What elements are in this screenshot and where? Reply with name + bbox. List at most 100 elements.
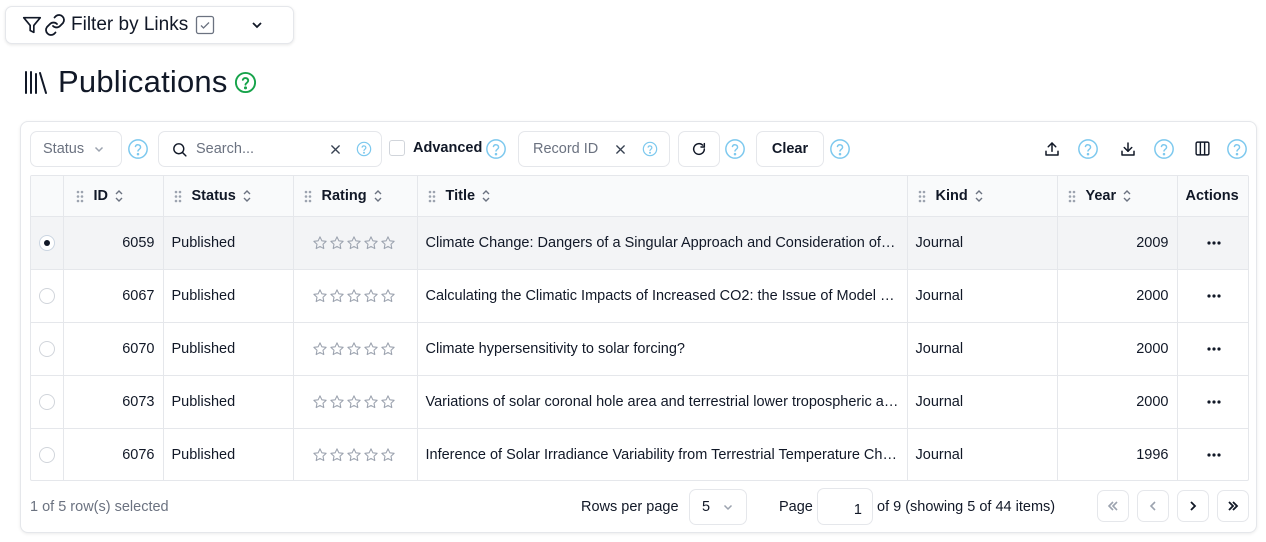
help-icon[interactable] xyxy=(724,138,746,160)
cell-actions[interactable] xyxy=(1177,322,1248,376)
grip-icon[interactable] xyxy=(76,190,84,203)
status-filter-select[interactable]: Status xyxy=(30,131,122,167)
table-row[interactable]: 6067 Published Calculating the Climatic Im… xyxy=(31,269,1248,323)
first-page-button[interactable] xyxy=(1097,490,1129,522)
star-icon[interactable] xyxy=(312,288,328,304)
grip-icon[interactable] xyxy=(1068,190,1076,203)
help-icon[interactable] xyxy=(642,141,658,157)
star-icon[interactable] xyxy=(363,288,379,304)
star-icon[interactable] xyxy=(380,341,396,357)
table-row[interactable]: 6073 Published Variations of solar coronal… xyxy=(31,375,1248,429)
close-icon[interactable] xyxy=(615,144,626,155)
rating-stars[interactable] xyxy=(294,288,417,304)
star-icon[interactable] xyxy=(329,394,345,410)
help-icon[interactable] xyxy=(1077,138,1099,160)
sort-icon[interactable] xyxy=(114,189,124,203)
grip-icon[interactable] xyxy=(174,190,182,203)
clear-button[interactable]: Clear xyxy=(756,131,824,167)
star-icon[interactable] xyxy=(380,235,396,251)
star-icon[interactable] xyxy=(380,288,396,304)
cell-rating[interactable] xyxy=(293,322,418,376)
columns-icon[interactable] xyxy=(1194,140,1211,157)
advanced-checkbox[interactable] xyxy=(389,140,405,156)
sort-icon[interactable] xyxy=(974,189,984,203)
cell-rating[interactable] xyxy=(293,269,418,323)
last-page-button[interactable] xyxy=(1217,490,1249,522)
grip-icon[interactable] xyxy=(304,190,312,203)
star-icon[interactable] xyxy=(346,394,362,410)
cell-actions[interactable] xyxy=(1177,269,1248,323)
grip-icon[interactable] xyxy=(918,190,926,203)
filter-by-links-button[interactable]: Filter by Links xyxy=(5,6,294,44)
grip-icon[interactable] xyxy=(428,190,436,203)
star-icon[interactable] xyxy=(380,447,396,463)
help-icon[interactable] xyxy=(234,71,257,94)
column-header-id[interactable]: ID xyxy=(63,176,164,217)
help-icon[interactable] xyxy=(829,138,851,160)
column-header-status[interactable]: Status xyxy=(163,176,294,217)
column-header-title[interactable]: Title xyxy=(417,176,908,217)
help-icon[interactable] xyxy=(485,138,507,160)
star-icon[interactable] xyxy=(363,235,379,251)
advanced-label[interactable]: Advanced xyxy=(413,140,482,156)
search-input[interactable]: Search... xyxy=(158,131,382,167)
table-row[interactable]: 6070 Published Climate hypersensitivity to… xyxy=(31,322,1248,376)
star-icon[interactable] xyxy=(329,341,345,357)
checkbox-icon[interactable] xyxy=(195,15,215,35)
column-header-year[interactable]: Year xyxy=(1057,176,1178,217)
row-select-radio[interactable] xyxy=(38,288,55,304)
download-icon[interactable] xyxy=(1119,140,1137,158)
help-icon[interactable] xyxy=(356,141,372,157)
row-select-cell[interactable] xyxy=(31,375,64,429)
sort-icon[interactable] xyxy=(481,189,491,203)
star-icon[interactable] xyxy=(363,341,379,357)
table-row[interactable]: 6059 Published Climate Change: Dangers of … xyxy=(31,216,1248,270)
help-icon[interactable] xyxy=(127,138,149,160)
star-icon[interactable] xyxy=(312,235,328,251)
more-icon[interactable] xyxy=(1206,394,1222,410)
star-icon[interactable] xyxy=(346,235,362,251)
star-icon[interactable] xyxy=(346,288,362,304)
star-icon[interactable] xyxy=(329,235,345,251)
sort-icon[interactable] xyxy=(1122,189,1132,203)
sort-icon[interactable] xyxy=(242,189,252,203)
row-select-cell[interactable] xyxy=(31,269,64,323)
sort-icon[interactable] xyxy=(373,189,383,203)
upload-icon[interactable] xyxy=(1043,140,1061,158)
record-id-input[interactable]: Record ID xyxy=(518,131,670,167)
help-icon[interactable] xyxy=(1153,138,1175,160)
column-header-rating[interactable]: Rating xyxy=(293,176,418,217)
star-icon[interactable] xyxy=(380,394,396,410)
star-icon[interactable] xyxy=(329,447,345,463)
cell-actions[interactable] xyxy=(1177,216,1248,270)
cell-rating[interactable] xyxy=(293,428,418,480)
cell-rating[interactable] xyxy=(293,375,418,429)
close-icon[interactable] xyxy=(330,144,341,155)
row-select-cell[interactable] xyxy=(31,428,64,480)
more-icon[interactable] xyxy=(1206,235,1222,251)
row-select-cell[interactable] xyxy=(31,322,64,376)
chevron-down-icon[interactable] xyxy=(250,18,264,32)
row-select-radio[interactable] xyxy=(38,341,55,357)
rating-stars[interactable] xyxy=(294,447,417,463)
column-header-kind[interactable]: Kind xyxy=(907,176,1058,217)
star-icon[interactable] xyxy=(312,447,328,463)
star-icon[interactable] xyxy=(312,341,328,357)
more-icon[interactable] xyxy=(1206,341,1222,357)
row-select-cell[interactable] xyxy=(31,216,64,270)
star-icon[interactable] xyxy=(363,447,379,463)
more-icon[interactable] xyxy=(1206,288,1222,304)
star-icon[interactable] xyxy=(346,447,362,463)
row-select-radio[interactable] xyxy=(38,235,55,251)
previous-page-button[interactable] xyxy=(1137,490,1169,522)
row-select-radio[interactable] xyxy=(38,447,55,464)
star-icon[interactable] xyxy=(329,288,345,304)
refresh-button[interactable] xyxy=(678,131,720,167)
cell-actions[interactable] xyxy=(1177,375,1248,429)
more-icon[interactable] xyxy=(1206,447,1222,463)
cell-actions[interactable] xyxy=(1177,429,1248,481)
help-icon[interactable] xyxy=(1226,138,1248,160)
star-icon[interactable] xyxy=(312,394,328,410)
rating-stars[interactable] xyxy=(294,394,417,410)
cell-rating[interactable] xyxy=(293,216,418,270)
